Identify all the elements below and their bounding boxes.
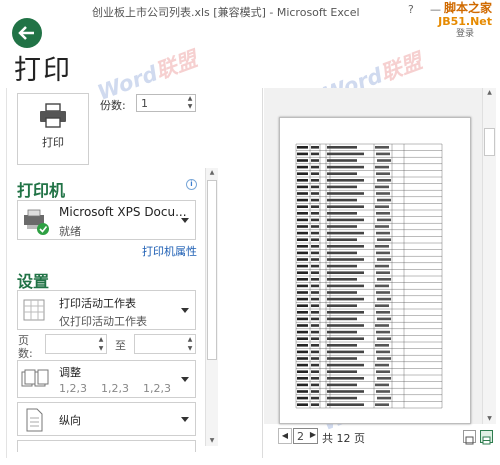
scroll-down-icon[interactable]: ▼ <box>483 414 496 424</box>
chevron-left-icon: ◀ <box>281 431 289 440</box>
print-what-sub: 仅打印活动工作表 <box>59 315 147 328</box>
spin-up-icon[interactable]: ▲ <box>185 335 195 344</box>
spin-down-icon[interactable]: ▼ <box>185 103 195 111</box>
preview-scrollbar[interactable]: ▲ ▼ <box>482 88 496 424</box>
scroll-up-icon[interactable]: ▲ <box>483 88 496 98</box>
settings-scrollbar[interactable]: ▲ ▼ <box>205 168 218 446</box>
site-logo: 脚本之家 JB51.Net <box>438 1 492 29</box>
margins-icon <box>465 436 474 445</box>
show-margins-button[interactable] <box>463 430 476 445</box>
printer-device-icon <box>24 209 49 235</box>
printer-name: Microsoft XPS Docu... <box>59 205 187 219</box>
collate-main: 调整 <box>59 366 81 379</box>
next-page-button[interactable]: ▶ <box>307 428 319 442</box>
window-title: 创业板上市公司列表.xls [兼容模式] - Microsoft Excel <box>92 6 360 19</box>
spin-down-icon[interactable]: ▼ <box>185 344 195 353</box>
collate-sub: 1,2,3 1,2,3 1,2,3 <box>59 382 171 395</box>
print-button[interactable]: 打印 <box>17 93 89 165</box>
collate-icon <box>21 369 49 387</box>
orientation-main: 纵向 <box>59 414 81 427</box>
left-border <box>6 88 7 458</box>
page-count: 共 12 页 <box>322 432 365 445</box>
back-arrow-icon <box>18 26 34 40</box>
copies-input[interactable]: 1 ▲ ▼ <box>136 94 196 112</box>
settings-heading: 设置 <box>17 272 50 291</box>
printer-status: 就绪 <box>59 225 81 238</box>
printer-select[interactable]: Microsoft XPS Docu... 就绪 <box>17 200 196 240</box>
spin-up-icon[interactable]: ▲ <box>96 335 106 344</box>
panel-divider <box>262 88 263 458</box>
chevron-down-icon <box>181 308 189 313</box>
scroll-up-icon[interactable]: ▲ <box>206 168 218 178</box>
preview-page <box>279 117 471 424</box>
info-icon[interactable]: i <box>186 179 197 190</box>
orientation-select[interactable]: 纵向 <box>17 402 196 436</box>
page-title: 打印 <box>14 55 72 86</box>
pages-to-label: 至 <box>115 339 126 352</box>
worksheet-icon <box>23 299 45 321</box>
login-link[interactable]: 登录 <box>456 26 474 39</box>
chevron-down-icon <box>181 417 189 422</box>
pages-label: 页数: <box>18 334 33 360</box>
printer-icon <box>40 103 66 128</box>
print-button-label: 打印 <box>42 136 64 149</box>
copies-value: 1 <box>141 97 148 110</box>
collate-select[interactable]: 调整 1,2,3 1,2,3 1,2,3 <box>17 360 196 398</box>
scroll-down-icon[interactable]: ▼ <box>206 436 218 446</box>
chevron-down-icon <box>181 218 189 223</box>
page-to-spinner[interactable]: ▲ ▼ <box>185 335 195 353</box>
page-to-input[interactable]: ▲ ▼ <box>134 334 196 354</box>
print-what-main: 打印活动工作表 <box>59 297 136 310</box>
zoom-page-icon <box>482 436 491 445</box>
spin-up-icon[interactable]: ▲ <box>185 95 195 103</box>
portrait-page-icon <box>26 408 43 432</box>
page-from-spinner[interactable]: ▲ ▼ <box>96 335 106 353</box>
zoom-to-page-button[interactable] <box>480 430 493 445</box>
copies-label: 份数: <box>100 99 126 112</box>
print-what-select[interactable]: 打印活动工作表 仅打印活动工作表 <box>17 290 196 330</box>
chevron-down-icon <box>181 377 189 382</box>
next-setting-select[interactable] <box>17 440 196 452</box>
printer-heading: 打印机 <box>17 181 66 200</box>
help-button[interactable]: ? <box>408 3 414 16</box>
page-from-input[interactable]: ▲ ▼ <box>45 334 107 354</box>
scroll-thumb[interactable] <box>484 128 495 156</box>
chevron-right-icon: ▶ <box>309 430 317 439</box>
printer-properties-link[interactable]: 打印机属性 <box>142 243 197 259</box>
back-button[interactable] <box>12 18 42 48</box>
spin-down-icon[interactable]: ▼ <box>96 344 106 353</box>
prev-page-button[interactable]: ◀ <box>278 428 292 444</box>
preview-grid <box>295 143 443 409</box>
brand-line1: 脚本之家 <box>443 1 492 15</box>
copies-spinner[interactable]: ▲ ▼ <box>185 95 195 111</box>
preview-table-image <box>295 143 443 409</box>
scroll-thumb[interactable] <box>207 180 217 360</box>
